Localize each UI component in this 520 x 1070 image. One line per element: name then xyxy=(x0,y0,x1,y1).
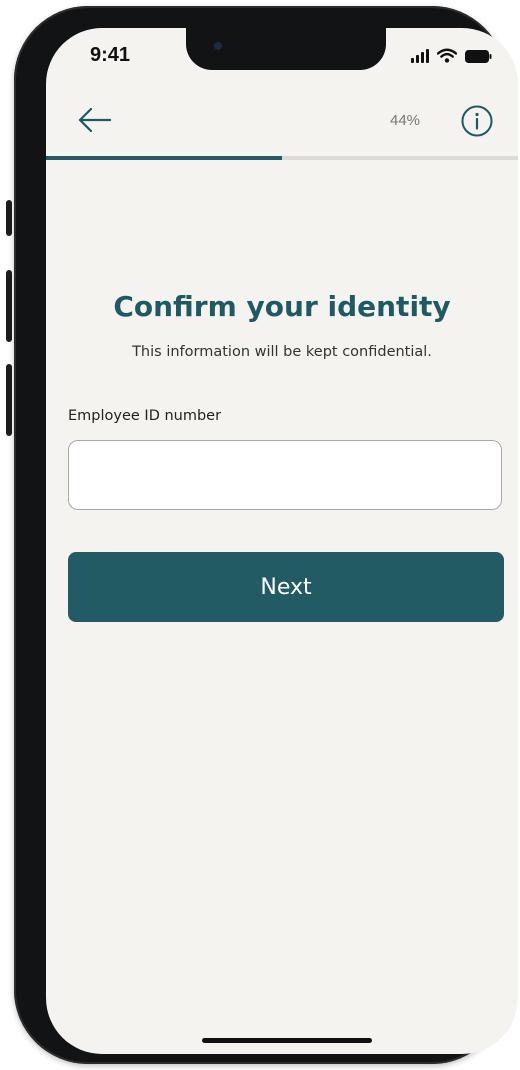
app-screen: 9:41 44% Confirm your identity This info… xyxy=(46,28,518,1054)
wifi-icon xyxy=(437,48,457,63)
status-time: 9:41 xyxy=(90,44,131,66)
arrow-left-icon xyxy=(78,107,112,133)
silent-switch xyxy=(6,200,12,236)
back-button[interactable] xyxy=(74,102,118,138)
camera-icon xyxy=(214,42,222,50)
header: 44% xyxy=(46,98,518,148)
page-subtitle: This information will be kept confidenti… xyxy=(132,344,432,360)
info-button[interactable] xyxy=(460,104,494,138)
progress-bar xyxy=(46,156,518,160)
info-icon xyxy=(461,105,493,137)
signal-icon xyxy=(411,49,429,63)
next-button[interactable]: Next xyxy=(68,552,504,622)
employee-id-label: Employee ID number xyxy=(68,408,222,424)
notch xyxy=(186,28,386,70)
progress-percentage: 44% xyxy=(390,112,421,129)
volume-up-button xyxy=(6,270,12,342)
status-icons xyxy=(411,48,492,63)
progress-bar-fill xyxy=(46,156,282,160)
employee-id-input[interactable] xyxy=(68,440,502,510)
phone-frame: 9:41 44% Confirm your identity This info… xyxy=(14,6,518,1064)
page: 9:41 44% Confirm your identity This info… xyxy=(0,0,520,1070)
page-title: Confirm your identity xyxy=(113,290,451,323)
battery-icon xyxy=(465,50,492,63)
volume-down-button xyxy=(6,364,12,436)
home-indicator xyxy=(202,1038,372,1043)
